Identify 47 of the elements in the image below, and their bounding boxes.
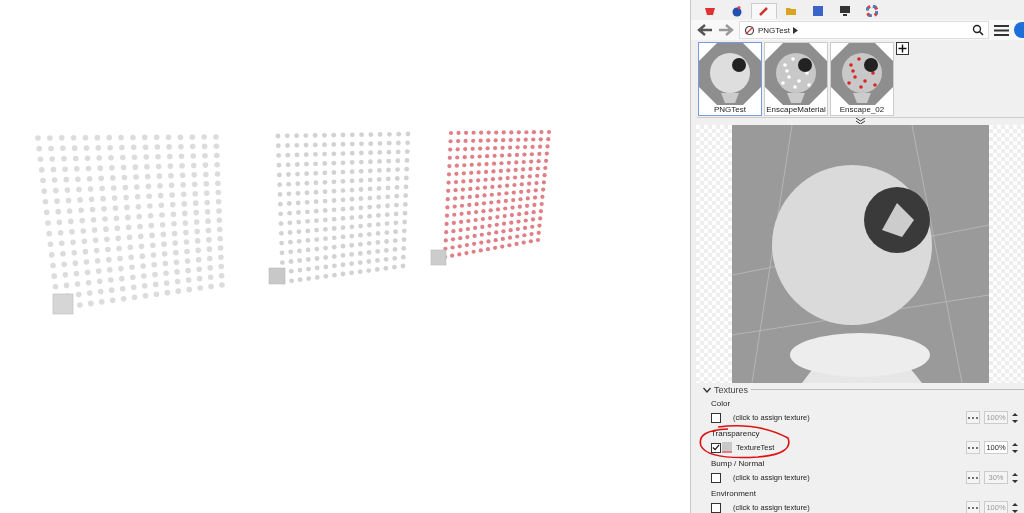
texture-slot-label: Color <box>711 398 732 410</box>
spinner-icon[interactable] <box>1012 470 1018 485</box>
material-ball-drawing <box>699 43 761 105</box>
ellipsis-icon <box>968 446 978 449</box>
section-title: Textures <box>714 384 748 395</box>
material-ball-drawing <box>831 43 893 105</box>
texture-slot-label: Bump / Normal <box>711 458 766 470</box>
material-thumbnail[interactable]: Enscape_02 <box>830 42 894 116</box>
material-name: PNGTest <box>714 105 746 115</box>
material-name: Enscape_02 <box>839 105 885 115</box>
checkbox[interactable] <box>711 472 721 483</box>
ellipsis-icon <box>968 506 978 509</box>
material-thumbnail[interactable]: EnscapeMaterial <box>764 42 828 116</box>
checkbox[interactable] <box>711 412 721 423</box>
ellipsis-icon <box>968 476 978 479</box>
tab-icon <box>866 5 878 17</box>
tab-icon <box>731 5 743 17</box>
collapse-chevron-icon[interactable] <box>703 386 711 393</box>
back-arrow-icon[interactable] <box>697 23 713 37</box>
tab-icon <box>704 5 716 17</box>
breadcrumb-item[interactable]: PNGTest <box>758 25 790 35</box>
material-thumbnail[interactable]: PNGTest <box>698 42 762 116</box>
spinner-icon[interactable] <box>1012 500 1018 513</box>
checkbox[interactable] <box>711 502 721 513</box>
more-button[interactable] <box>966 441 980 454</box>
more-button[interactable] <box>966 411 980 424</box>
menu-icon[interactable] <box>994 23 1009 37</box>
panel-tab[interactable] <box>751 3 777 19</box>
spinner-icon[interactable] <box>1012 440 1018 455</box>
more-button[interactable] <box>966 471 980 484</box>
ellipsis-icon <box>968 416 978 419</box>
more-button[interactable] <box>966 501 980 513</box>
tab-icon <box>839 5 851 17</box>
expand-chevron-icon[interactable] <box>856 118 865 124</box>
tab-icon <box>785 5 797 17</box>
checkbox[interactable] <box>711 442 721 453</box>
material-ball-drawing <box>765 43 827 105</box>
spinner-icon[interactable] <box>1012 410 1018 425</box>
add-icon[interactable] <box>896 42 909 55</box>
texture-slot-label: Environment <box>711 488 757 500</box>
texture-slot-label: Transparency <box>711 428 761 440</box>
search-icon[interactable] <box>972 24 984 36</box>
tab-icon <box>758 5 770 17</box>
tab-icon <box>812 5 824 17</box>
caret-icon[interactable] <box>793 26 798 34</box>
material-name: EnscapeMaterial <box>766 105 826 115</box>
forward-arrow-icon[interactable] <box>718 23 734 37</box>
